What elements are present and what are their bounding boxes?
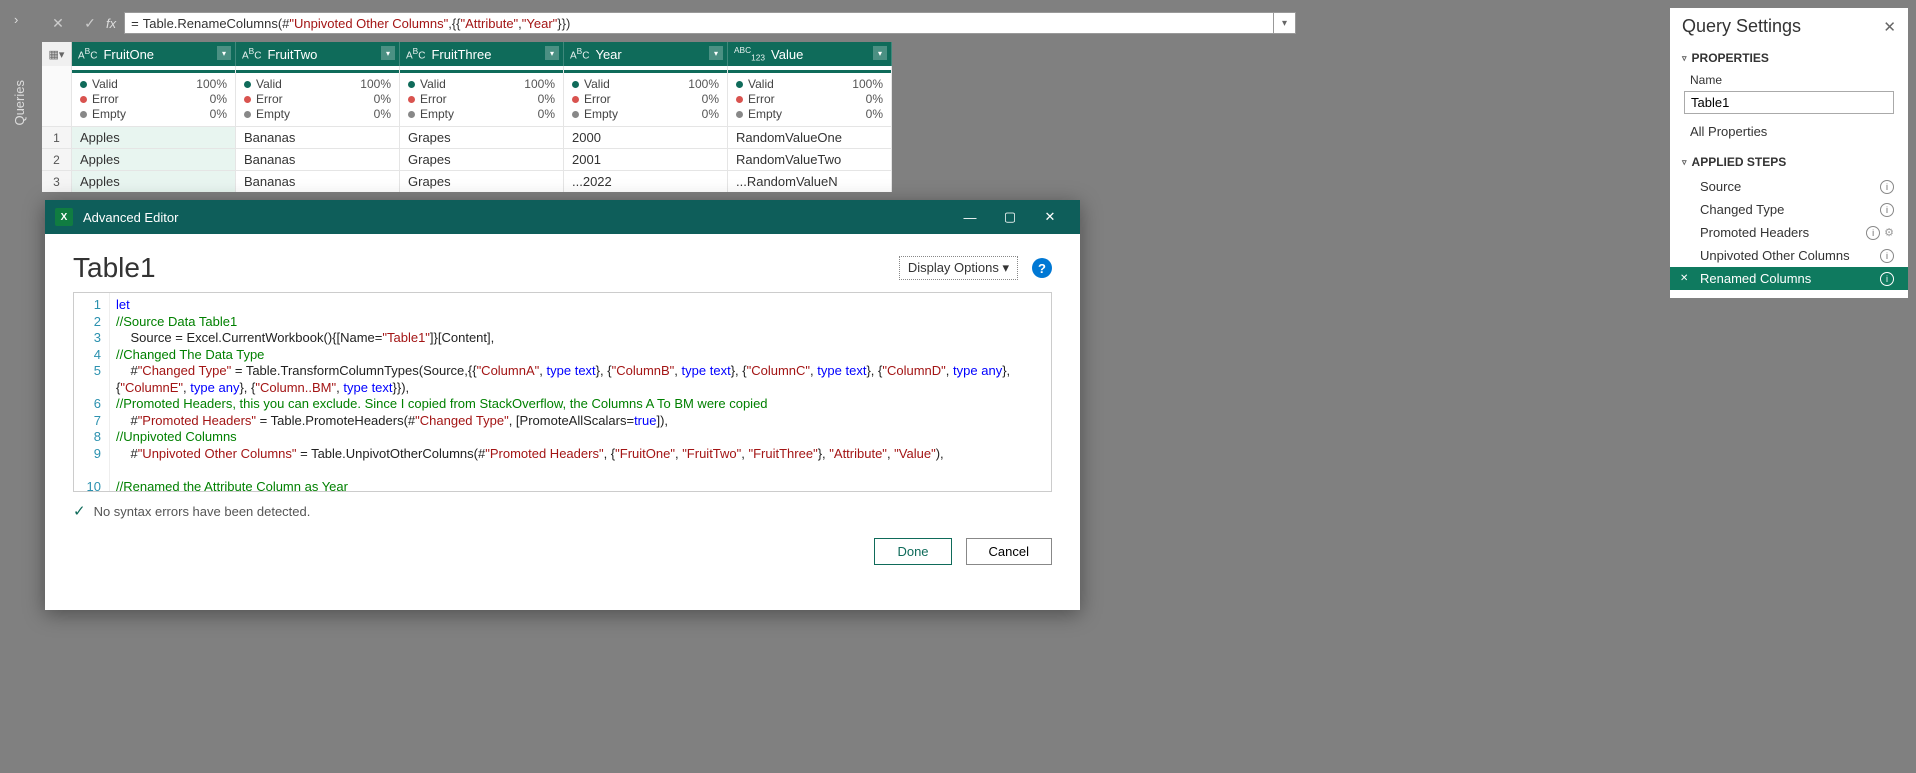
cell[interactable]: ...2022 [564, 171, 728, 192]
quality-cell: Valid100% Error0% Empty0% [728, 66, 892, 126]
filter-icon[interactable]: ▾ [545, 46, 559, 60]
info-icon[interactable]: i [1880, 180, 1894, 194]
info-icon[interactable]: i [1880, 272, 1894, 286]
step-label: Source [1700, 179, 1741, 194]
queries-label: Queries [12, 80, 27, 126]
row-number[interactable]: 3 [42, 171, 72, 192]
table-row[interactable]: 3ApplesBananasGrapes...2022...RandomValu… [42, 170, 892, 192]
all-properties-link[interactable]: All Properties [1670, 120, 1908, 149]
cell[interactable]: Apples [72, 171, 236, 192]
close-button[interactable]: ✕ [1030, 200, 1070, 234]
dialog-titlebar[interactable]: X Advanced Editor — ▢ ✕ [45, 200, 1080, 234]
formula-bar: ✕ ✓ fx = Table.RenameColumns(# "Unpivote… [42, 10, 1296, 36]
info-icon[interactable]: i [1880, 249, 1894, 263]
step-label: Unpivoted Other Columns [1700, 248, 1850, 263]
minimize-button[interactable]: — [950, 200, 990, 234]
error-dot-icon [80, 96, 87, 103]
check-icon: ✓ [73, 502, 86, 520]
formula-input[interactable]: = Table.RenameColumns(# "Unpivoted Other… [124, 12, 1274, 34]
column-quality-row: Valid100% Error0% Empty0% Valid100% Erro… [42, 66, 892, 126]
cell[interactable]: Apples [72, 149, 236, 170]
cell[interactable]: Bananas [236, 127, 400, 148]
filter-icon[interactable]: ▾ [873, 46, 887, 60]
column-header-value[interactable]: ABC123Value▾ [728, 42, 892, 66]
cell[interactable]: Bananas [236, 149, 400, 170]
quality-cell: Valid100% Error0% Empty0% [72, 66, 236, 126]
type-text-icon: ABC [78, 46, 97, 61]
query-settings-title: Query Settings ✕ [1670, 8, 1908, 45]
cell[interactable]: ...RandomValueN [728, 171, 892, 192]
done-button[interactable]: Done [874, 538, 951, 565]
cancel-formula-icon[interactable]: ✕ [48, 13, 68, 33]
cell[interactable]: RandomValueOne [728, 127, 892, 148]
close-panel-icon[interactable]: ✕ [1883, 18, 1896, 36]
row-number[interactable]: 1 [42, 127, 72, 148]
filter-icon[interactable]: ▾ [217, 46, 231, 60]
cell[interactable]: Grapes [400, 127, 564, 148]
accept-formula-icon[interactable]: ✓ [80, 13, 100, 33]
display-options-dropdown[interactable]: Display Options ▾ [899, 256, 1018, 280]
applied-step[interactable]: Renamed Columns i [1670, 267, 1908, 290]
table-row[interactable]: 1ApplesBananasGrapes2000RandomValueOne [42, 126, 892, 148]
quality-cell: Valid100% Error0% Empty0% [400, 66, 564, 126]
type-any-icon: ABC123 [734, 45, 765, 62]
type-text-icon: ABC [242, 46, 261, 61]
expand-queries-icon[interactable]: › [14, 12, 18, 27]
quality-cell: Valid100% Error0% Empty0% [564, 66, 728, 126]
filter-icon[interactable]: ▾ [709, 46, 723, 60]
line-gutter: 12345678910 [74, 293, 110, 491]
applied-step[interactable]: Changed Type i [1670, 198, 1908, 221]
cancel-button[interactable]: Cancel [966, 538, 1052, 565]
step-label: Promoted Headers [1700, 225, 1809, 240]
maximize-button[interactable]: ▢ [990, 200, 1030, 234]
empty-dot-icon [80, 111, 87, 118]
dialog-title: Advanced Editor [83, 210, 950, 225]
formula-expand-icon[interactable]: ▾ [1274, 12, 1296, 34]
info-icon[interactable]: i [1866, 226, 1880, 240]
help-icon[interactable]: ? [1032, 258, 1052, 278]
column-header-fruitone[interactable]: ABCFruitOne▾ [72, 42, 236, 66]
table-row[interactable]: 2ApplesBananasGrapes2001RandomValueTwo [42, 148, 892, 170]
valid-dot-icon [80, 81, 87, 88]
cell[interactable]: Bananas [236, 171, 400, 192]
column-header-fruittwo[interactable]: ABCFruitTwo▾ [236, 42, 400, 66]
column-header-year[interactable]: ABCYear▾ [564, 42, 728, 66]
query-settings-panel: Query Settings ✕ ▿PROPERTIES Name All Pr… [1670, 8, 1908, 298]
cell[interactable]: Grapes [400, 171, 564, 192]
syntax-status: ✓ No syntax errors have been detected. [45, 492, 1080, 530]
gear-icon[interactable]: ⚙ [1884, 226, 1894, 239]
applied-step[interactable]: Source i [1670, 175, 1908, 198]
editor-table-name: Table1 [73, 252, 899, 284]
fx-label: fx [106, 16, 116, 31]
applied-step[interactable]: Promoted Headers i ⚙ [1670, 221, 1908, 244]
name-label: Name [1670, 71, 1908, 89]
quality-cell: Valid100% Error0% Empty0% [236, 66, 400, 126]
table-icon[interactable]: ▦▾ [42, 42, 72, 66]
cell[interactable]: 2001 [564, 149, 728, 170]
cell[interactable]: Grapes [400, 149, 564, 170]
info-icon[interactable]: i [1880, 203, 1894, 217]
applied-steps-header[interactable]: ▿APPLIED STEPS [1670, 149, 1908, 175]
excel-icon: X [55, 208, 73, 226]
column-header-fruitthree[interactable]: ABCFruitThree▾ [400, 42, 564, 66]
step-label: Renamed Columns [1700, 271, 1811, 286]
cell[interactable]: 2000 [564, 127, 728, 148]
cell[interactable]: Apples [72, 127, 236, 148]
code-editor[interactable]: 12345678910 let//Source Data Table1 Sour… [73, 292, 1052, 492]
type-text-icon: ABC [406, 46, 425, 61]
advanced-editor-dialog: X Advanced Editor — ▢ ✕ Table1 Display O… [45, 200, 1080, 610]
applied-step[interactable]: Unpivoted Other Columns i [1670, 244, 1908, 267]
queries-sidebar: › Queries [0, 0, 42, 773]
query-name-input[interactable] [1684, 91, 1894, 114]
step-label: Changed Type [1700, 202, 1784, 217]
properties-header[interactable]: ▿PROPERTIES [1670, 45, 1908, 71]
type-text-icon: ABC [570, 46, 589, 61]
code-body[interactable]: let//Source Data Table1 Source = Excel.C… [110, 293, 1051, 491]
filter-icon[interactable]: ▾ [381, 46, 395, 60]
cell[interactable]: RandomValueTwo [728, 149, 892, 170]
data-grid: ▦▾ ABCFruitOne▾ ABCFruitTwo▾ ABCFruitThr… [42, 42, 892, 192]
grid-header: ▦▾ ABCFruitOne▾ ABCFruitTwo▾ ABCFruitThr… [42, 42, 892, 66]
row-number[interactable]: 2 [42, 149, 72, 170]
